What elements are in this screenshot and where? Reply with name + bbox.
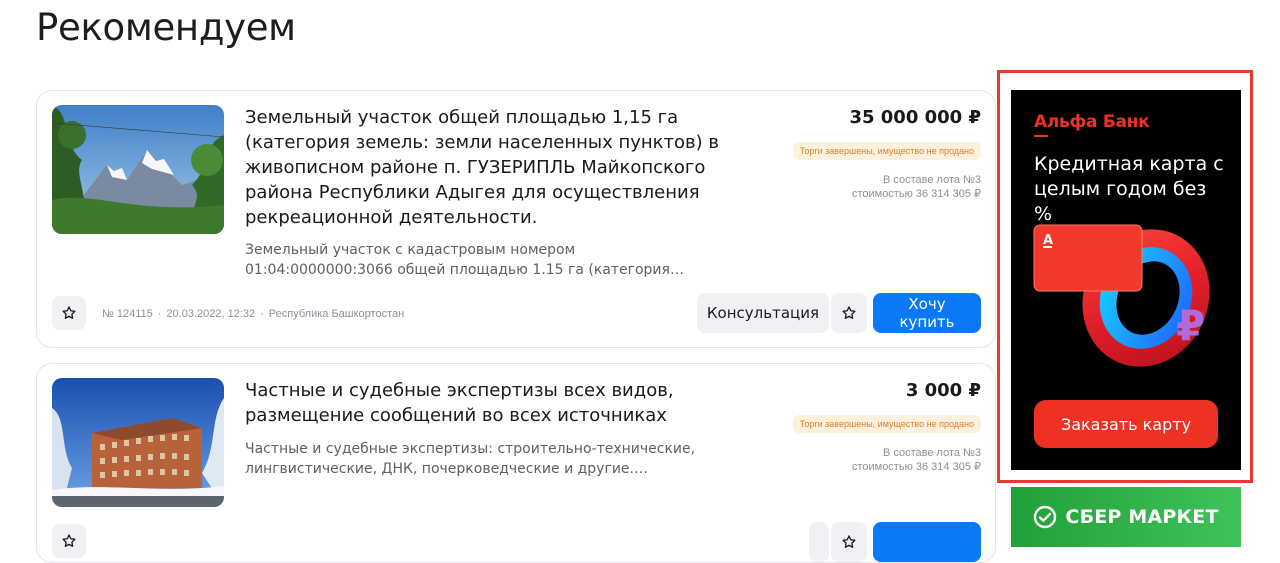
ad-highlight-frame: Альфа Банк Кредитная карта с целым годом… (997, 70, 1253, 483)
listing-date: 20.03.2022, 12:32 (166, 308, 256, 320)
listing-image[interactable] (52, 105, 224, 234)
listing-title[interactable]: Земельный участок общей площадью 1,15 га… (245, 105, 725, 230)
listing-region: Республика Башкортостан (268, 308, 405, 320)
ad-banner[interactable]: Альфа Банк Кредитная карта с целым годом… (1011, 90, 1241, 470)
favorite-button[interactable] (52, 296, 86, 330)
meta-separator: · (260, 308, 264, 320)
lot-info: В составе лота №3 стоимостью 36 314 305 … (852, 173, 981, 201)
listing-card[interactable]: Земельный участок общей площадью 1,15 га… (36, 90, 996, 348)
lot-cost: стоимостью 36 314 305 ₽ (851, 188, 981, 200)
lot-number: В составе лота №3 (883, 174, 981, 186)
listing-card[interactable]: Частные и судебные экспертизы всех видов… (36, 363, 996, 563)
star-icon (62, 534, 76, 547)
listing-meta: № 124115 · 20.03.2022, 12:32 · Республика Ба… (102, 308, 404, 320)
favorite-button[interactable] (831, 293, 867, 333)
svg-text:A: A (1043, 233, 1053, 248)
status-badge: Торги завершены, имущество не продано (792, 142, 981, 160)
buy-button[interactable]: Хочу купить (873, 293, 981, 333)
star-icon (842, 535, 856, 548)
status-badge: Торги завершены, имущество не продано (792, 415, 981, 433)
page-title: Рекомендуем (36, 6, 296, 49)
lot-info: В составе лота №3 стоимостью 36 314 305 … (852, 446, 981, 474)
listing-description: Частные и судебные экспертизы: строитель… (245, 441, 696, 477)
lot-number: В составе лота №3 (883, 447, 981, 459)
ad-brand-logo: Альфа Банк (1034, 112, 1150, 132)
listing-id: № 124115 (102, 308, 153, 320)
listing-description: Земельный участок с кадастровым номером … (245, 242, 670, 278)
favorite-button[interactable] (831, 522, 867, 562)
listing-price: 3 000 ₽ (905, 380, 981, 401)
consultation-button[interactable] (809, 522, 829, 562)
credit-card-ring-icon: A ₽ (1033, 224, 1210, 367)
ad-banner-secondary[interactable]: СБЕР МАРКЕТ (1011, 487, 1241, 547)
listing-image[interactable] (52, 378, 224, 507)
svg-text:₽: ₽ (1176, 301, 1205, 350)
star-icon (842, 306, 856, 319)
ad-brand-underline (1034, 135, 1048, 137)
ad-order-card-button[interactable]: Заказать карту (1034, 400, 1218, 448)
meta-separator: · (157, 308, 162, 320)
listing-title[interactable]: Частные и судебные экспертизы всех видов… (245, 378, 725, 428)
listing-price: 35 000 000 ₽ (849, 107, 981, 128)
buy-button[interactable] (873, 522, 981, 562)
star-icon (62, 306, 76, 319)
favorite-button[interactable] (52, 524, 86, 558)
ad-headline: Кредитная карта с целым годом без % (1034, 153, 1224, 225)
lot-cost: стоимостью 36 314 305 ₽ (851, 461, 981, 473)
ad2-brand: СБЕР МАРКЕТ (1065, 506, 1219, 528)
consultation-button[interactable]: Консультация (696, 293, 829, 333)
check-circle-icon (1034, 505, 1057, 529)
